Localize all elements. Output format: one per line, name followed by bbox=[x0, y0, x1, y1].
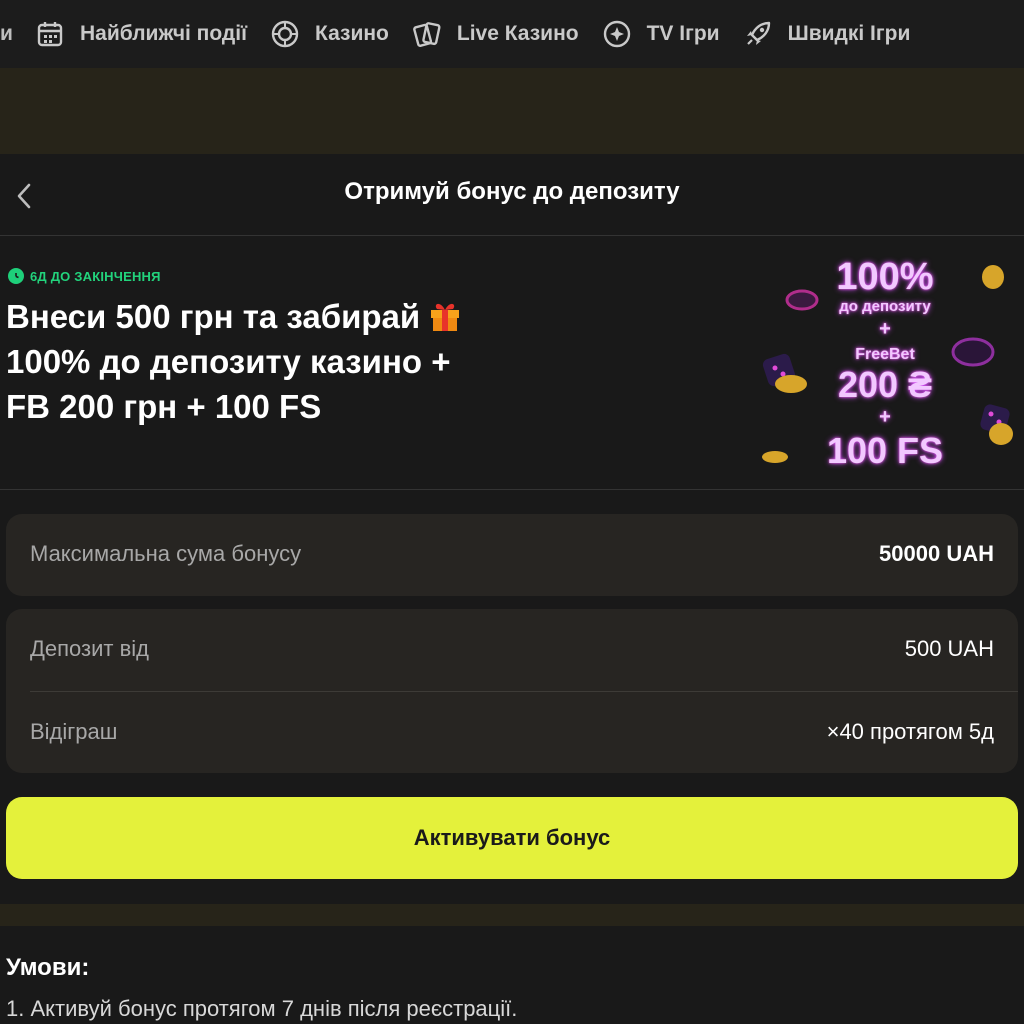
promo-illustration: 100% до депозиту + FreeBet 200 ₴ + 100 F… bbox=[745, 254, 1024, 480]
timer-label: 6Д ДО ЗАКІНЧЕННЯ bbox=[30, 268, 161, 284]
deposit-row: Депозит від 500 UAH bbox=[30, 636, 994, 662]
nav-label: Швидкі Ігри bbox=[787, 22, 911, 45]
art-plus-1: + bbox=[879, 318, 891, 340]
nav-label: Найближчі події bbox=[80, 22, 247, 45]
gift-icon bbox=[428, 298, 462, 332]
nav-item-casino[interactable]: Казино bbox=[269, 18, 389, 50]
terms-title: Умови: bbox=[6, 954, 90, 981]
nav-item-partial[interactable]: и bbox=[0, 22, 14, 46]
nav-label: Казино bbox=[315, 22, 389, 45]
panel-header: Отримуй бонус до депозиту bbox=[0, 154, 1024, 236]
nav-item-tv-games[interactable]: TV Ігри bbox=[601, 18, 720, 50]
nav-item-fast-games[interactable]: Швидкі Ігри bbox=[742, 18, 911, 50]
banner-strip bbox=[0, 68, 1024, 154]
cards-icon bbox=[411, 18, 443, 50]
bonus-panel: Отримуй бонус до депозиту 6Д ДО ЗАКІНЧЕН… bbox=[0, 154, 1024, 904]
terms-item: 1. Активуй бонус протягом 7 днів після р… bbox=[6, 996, 518, 1021]
art-deposit: до депозиту bbox=[839, 298, 931, 315]
calendar-icon bbox=[34, 18, 66, 50]
wager-label: Відіграш bbox=[30, 719, 118, 744]
rocket-icon bbox=[742, 18, 774, 50]
nav-label: Live Казино bbox=[456, 22, 579, 45]
page-title: Отримуй бонус до депозиту bbox=[344, 178, 680, 205]
max-bonus-label: Максимальна сума бонусу bbox=[30, 541, 302, 566]
timer-badge: 6Д ДО ЗАКІНЧЕННЯ bbox=[8, 268, 161, 284]
nav-item-live-casino[interactable]: Live Казино bbox=[411, 18, 579, 50]
promo-section: 6Д ДО ЗАКІНЧЕННЯ Внеси 500 грн та забира… bbox=[0, 236, 1024, 490]
promo-title-line3: FB 200 грн + 100 FS bbox=[6, 388, 322, 425]
separator-strip bbox=[0, 904, 1024, 926]
roulette-icon bbox=[269, 18, 301, 50]
top-navigation: и Найближчі події Казино Live Казино TV … bbox=[0, 0, 1024, 68]
promo-title: Внеси 500 грн та забирай 100% до депозит… bbox=[6, 294, 526, 429]
art-percent: 100% bbox=[836, 256, 934, 298]
max-bonus-value: 50000 UAH bbox=[879, 541, 994, 566]
deposit-label: Депозит від bbox=[30, 636, 150, 661]
art-plus-2: + bbox=[879, 406, 891, 428]
sparkle-icon bbox=[601, 18, 633, 50]
max-bonus-row: Максимальна сума бонусу 50000 UAH bbox=[30, 541, 994, 567]
deposit-details-card: Депозит від 500 UAH Відіграш ×40 протяго… bbox=[6, 609, 1018, 773]
wager-value: ×40 протягом 5д bbox=[826, 719, 994, 744]
nav-item-upcoming-events[interactable]: Найближчі події bbox=[34, 18, 247, 50]
divider bbox=[30, 691, 1018, 692]
wager-row: Відіграш ×40 протягом 5д bbox=[30, 719, 994, 745]
art-fs: 100 FS bbox=[826, 430, 944, 471]
promo-title-line1: Внеси 500 грн та забирай bbox=[6, 298, 421, 335]
promo-title-line2: 100% до депозиту казино + bbox=[6, 343, 451, 380]
art-freebet: FreeBet bbox=[855, 346, 915, 363]
deposit-value: 500 UAH bbox=[904, 636, 994, 661]
clock-icon bbox=[8, 268, 24, 284]
terms-section: Умови: 1. Активуй бонус протягом 7 днів … bbox=[0, 926, 1024, 1024]
nav-label: TV Ігри bbox=[646, 22, 720, 45]
art-200: 200 ₴ bbox=[837, 364, 933, 405]
max-bonus-card: Максимальна сума бонусу 50000 UAH bbox=[6, 514, 1018, 596]
activate-bonus-button[interactable]: Активувати бонус bbox=[6, 797, 1018, 879]
